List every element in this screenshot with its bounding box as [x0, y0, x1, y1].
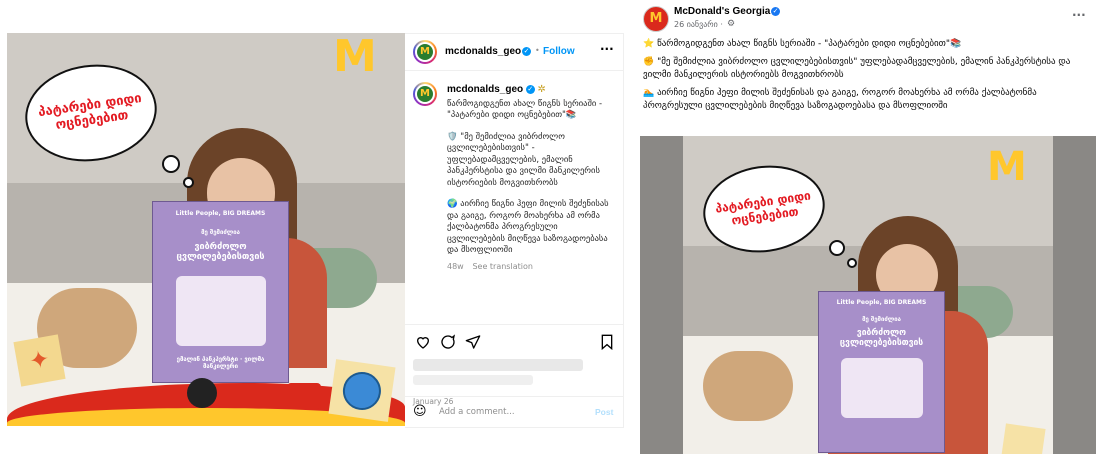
mcdonalds-avatar-icon: M	[417, 44, 433, 60]
mcdonalds-logo: M	[333, 33, 377, 82]
follow-button[interactable]: Follow	[543, 46, 575, 57]
share-icon[interactable]	[465, 334, 481, 350]
post-text-line: ✊ "მე შემიძლია ვიბრძოლო ცვლილებებისთვის"…	[643, 57, 1071, 80]
instagram-post-image[interactable]: Little People, BIG DREAMS მე შემიძლია ვი…	[7, 33, 405, 426]
comment-icon[interactable]	[440, 334, 456, 350]
more-options-icon[interactable]: ···	[600, 42, 614, 56]
mcdonalds-avatar-icon: M	[417, 86, 433, 102]
page-avatar[interactable]: M	[643, 6, 669, 32]
like-heart-icon[interactable]	[415, 334, 431, 350]
more-options-icon[interactable]: ···	[1072, 8, 1086, 22]
book-illustration	[840, 358, 923, 418]
bubble-dot	[829, 240, 845, 256]
globe-privacy-icon: ⚙	[727, 19, 736, 29]
book-illustration	[175, 276, 266, 346]
thought-bubble: პატარები დიდი ოცნებებით	[697, 157, 831, 261]
bubble-dot	[847, 258, 857, 268]
avatar[interactable]: M	[413, 40, 437, 64]
comment-bar: ☺ Add a comment... Post	[405, 396, 623, 427]
facebook-post-image[interactable]: Little People, BIG DREAMS მე შემიძლია ვი…	[640, 136, 1096, 454]
bird-sticker-icon: ✦	[13, 334, 66, 387]
caption-line: წარმოგიდგენთ ახალ წიგნს სერიაში - "პატარ…	[447, 98, 603, 121]
save-bookmark-icon[interactable]	[600, 334, 614, 350]
bird-sticker-icon	[1000, 423, 1046, 454]
post-text-line: 🏊 აირჩიე წიგნი ჰეფი მილის შეძენისას და გ…	[643, 88, 1037, 111]
mcdonalds-logo: M	[987, 144, 1027, 190]
account-handle[interactable]: mcdonalds_geo	[445, 46, 521, 57]
happy-meal-icon	[287, 383, 321, 409]
instagram-post-panel: M mcdonalds_geo ✓ • Follow ··· M mcdonal…	[405, 33, 624, 428]
post-date[interactable]: 26 იანვარი ·	[674, 20, 723, 29]
image-frame: Little People, BIG DREAMS მე შემიძლია ვი…	[683, 136, 1053, 454]
see-translation-link[interactable]: See translation	[472, 262, 532, 271]
globe-sticker-icon	[328, 359, 396, 422]
caption-avatar[interactable]: M	[413, 82, 437, 106]
caption-line: 🌍 აირჩიე წიგნი ჰეფი მილის შეძენისას და გ…	[447, 199, 609, 255]
book-cover: Little People, BIG DREAMS მე შემიძლია ვი…	[818, 291, 945, 453]
sparkle-icon: ✲	[537, 84, 546, 95]
book-series: Little People, BIG DREAMS	[175, 210, 266, 217]
likes-placeholder	[413, 359, 583, 371]
verified-badge-icon: ✓	[525, 85, 535, 94]
bubble-dot	[162, 155, 180, 173]
book-cover: Little People, BIG DREAMS მე შემიძლია ვი…	[152, 201, 289, 383]
verified-badge-icon: ✓	[771, 7, 780, 16]
post-comment-button[interactable]: Post	[595, 407, 613, 417]
post-caption: mcdonalds_geo ✓ ✲ წარმოგიდგენთ ახალ წიგნ…	[447, 84, 617, 273]
instagram-post-header: M mcdonalds_geo ✓ • Follow ···	[405, 34, 623, 71]
book-subtitle: მე შემიძლია	[201, 229, 240, 236]
caption-handle[interactable]: mcdonalds_geo	[447, 84, 523, 95]
emoji-smile-icon[interactable]: ☺	[413, 404, 427, 419]
post-age: 48w	[447, 261, 464, 271]
teddy-bear	[703, 351, 793, 421]
book-names: ემალინ პანკჰერსტი · ვილმა მანკილერი	[176, 356, 265, 370]
comment-input[interactable]: Add a comment...	[439, 407, 515, 417]
facebook-post-header: M McDonald's Georgia ✓ 26 იანვარი · ⚙ ··…	[640, 0, 1096, 40]
megaphone-sticker-icon	[187, 378, 217, 408]
likes-placeholder	[413, 375, 533, 385]
post-text-line: ⭐ წარმოგიდგენთ ახალ წიგნს სერიაში - "პატ…	[643, 39, 962, 49]
separator-dot: •	[535, 46, 540, 55]
book-title: ვიბრძოლო ცვლილებებისთვის	[176, 242, 265, 262]
facebook-post-text: ⭐ წარმოგიდგენთ ახალ წიგნს სერიაში - "პატ…	[643, 38, 1083, 118]
book-subtitle: მე შემიძლია	[862, 316, 901, 323]
caption-line: 🛡️ "მე შემიძლია ვიბრძოლო ცვლილებებისთვის…	[447, 131, 600, 188]
book-series: Little People, BIG DREAMS	[836, 299, 927, 306]
verified-badge-icon: ✓	[522, 47, 531, 56]
bubble-dot	[183, 177, 194, 188]
page-name[interactable]: McDonald's Georgia	[674, 6, 770, 17]
book-title: ვიბრძოლო ცვლილებებისთვის	[839, 328, 924, 348]
